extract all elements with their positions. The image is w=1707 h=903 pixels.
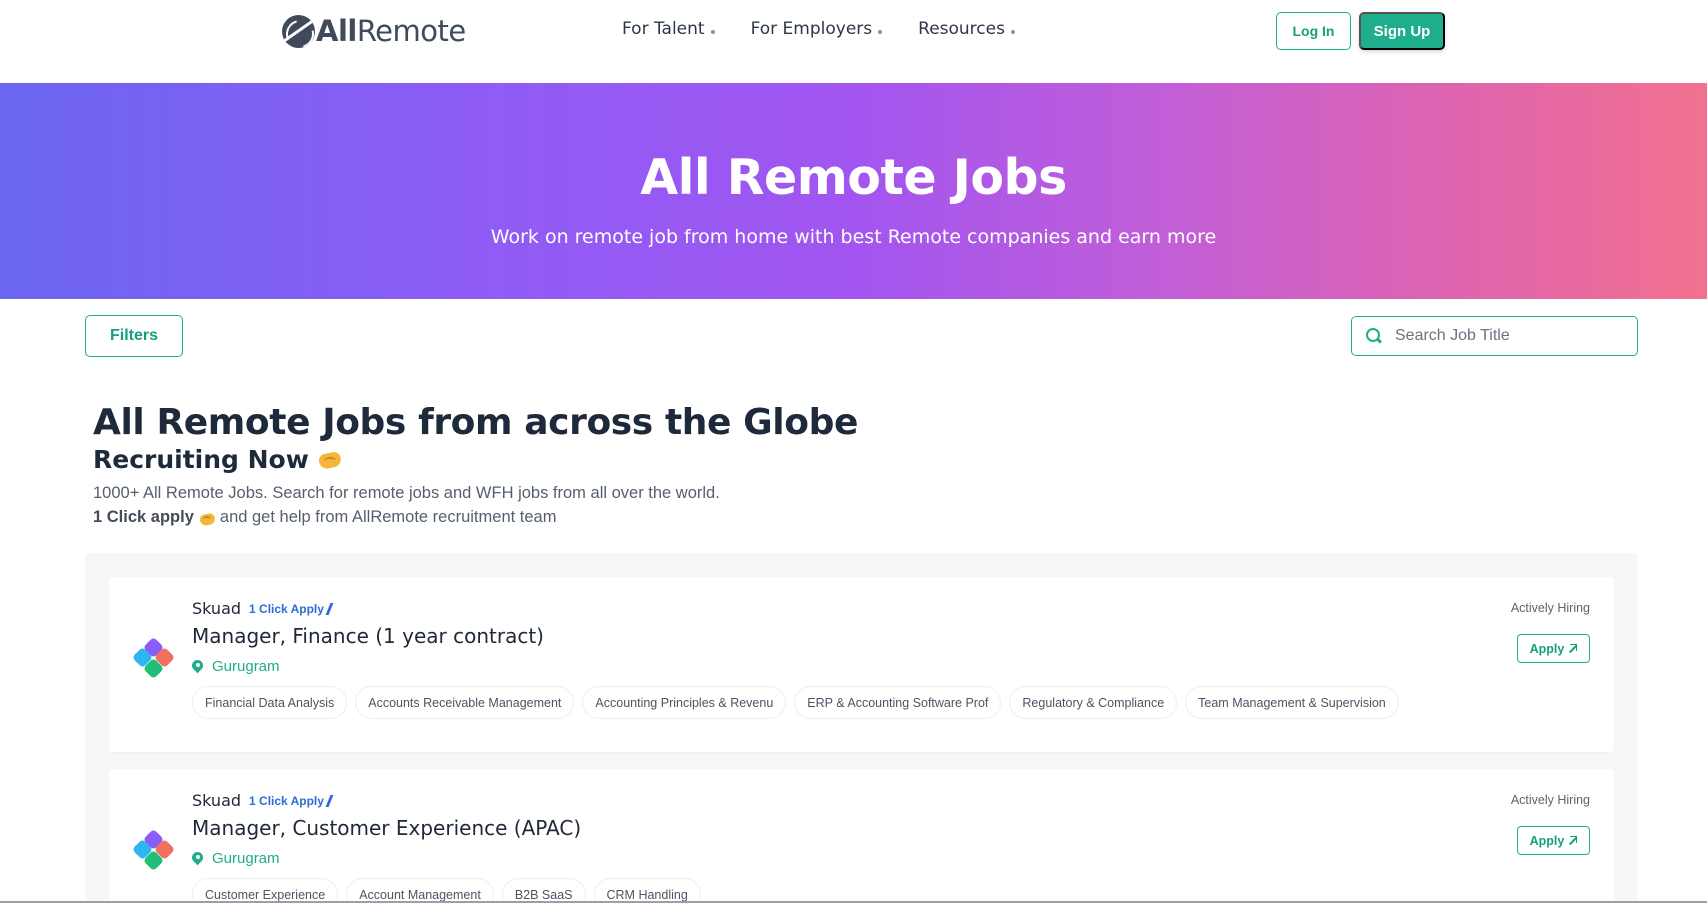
one-click-apply-badge: 1 Click Apply xyxy=(249,794,334,808)
skill-tag: Financial Data Analysis xyxy=(192,686,348,719)
dropdown-dot-icon xyxy=(1010,30,1015,34)
apply-label: Apply xyxy=(1529,641,1565,656)
skill-tags: Financial Data Analysis Accounts Receiva… xyxy=(192,686,1399,719)
company-row: Skuad 1 Click Apply xyxy=(192,791,334,810)
site-header: AllRemote For Talent For Employers Resou… xyxy=(0,0,1707,83)
apply-button[interactable]: Apply xyxy=(1517,634,1590,663)
company-name[interactable]: Skuad xyxy=(192,791,241,810)
skill-tags: Customer Experience Account Management B… xyxy=(192,878,701,903)
skill-tag: B2B SaaS xyxy=(501,878,586,903)
apply-label: Apply xyxy=(1529,833,1565,848)
one-click-apply-note: 1 Click apply and get help from AllRemot… xyxy=(93,508,556,527)
location-text: Gurugram xyxy=(212,850,280,867)
handshake-icon xyxy=(318,450,342,470)
company-name[interactable]: Skuad xyxy=(192,599,241,618)
company-row: Skuad 1 Click Apply xyxy=(192,599,334,618)
one-click-label: 1 Click Apply xyxy=(249,601,324,616)
search-box[interactable] xyxy=(1351,316,1638,356)
nav-label: For Talent xyxy=(622,19,705,39)
hero-banner: All Remote Jobs Work on remote job from … xyxy=(0,83,1707,299)
page-title: All Remote Jobs from across the Globe xyxy=(93,402,858,443)
handshake-icon xyxy=(199,511,215,525)
location-pin-icon xyxy=(192,660,203,673)
skill-tag: Team Management & Supervision xyxy=(1185,686,1399,719)
skuad-logo-icon xyxy=(131,636,176,680)
job-card[interactable]: Skuad 1 Click Apply Manager, Customer Ex… xyxy=(109,769,1614,903)
external-arrow-icon xyxy=(1568,836,1578,845)
job-location: Gurugram xyxy=(192,850,280,867)
recruiting-now-text: Recruiting Now xyxy=(93,445,309,474)
skill-tag: ERP & Accounting Software Prof xyxy=(794,686,1002,719)
hiring-status: Actively Hiring xyxy=(1510,601,1590,615)
allremote-logo[interactable]: AllRemote xyxy=(282,13,466,49)
skill-tag: Regulatory & Compliance xyxy=(1009,686,1178,719)
job-list: Skuad 1 Click Apply Manager, Finance (1 … xyxy=(85,553,1638,903)
one-click-apply-badge: 1 Click Apply xyxy=(249,602,334,616)
search-input[interactable] xyxy=(1395,327,1625,345)
job-card[interactable]: Skuad 1 Click Apply Manager, Finance (1 … xyxy=(109,577,1614,752)
search-icon xyxy=(1366,328,1382,344)
job-title[interactable]: Manager, Finance (1 year contract) xyxy=(192,624,544,648)
logo-text: AllRemote xyxy=(316,14,466,48)
hero-subtitle: Work on remote job from home with best R… xyxy=(490,226,1217,248)
external-arrow-icon xyxy=(1568,644,1578,653)
skill-tag: Account Management xyxy=(346,878,494,903)
page-description: 1000+ All Remote Jobs. Search for remote… xyxy=(93,484,720,502)
hiring-status: Actively Hiring xyxy=(1510,793,1590,807)
skill-tag: CRM Handling xyxy=(593,878,701,903)
skill-tag: Accounts Receivable Management xyxy=(355,686,575,719)
page-subtitle: Recruiting Now xyxy=(93,445,342,474)
job-title[interactable]: Manager, Customer Experience (APAC) xyxy=(192,816,581,840)
job-location: Gurugram xyxy=(192,658,280,675)
location-text: Gurugram xyxy=(212,658,280,675)
skuad-logo-icon xyxy=(131,828,176,872)
dropdown-dot-icon xyxy=(878,30,883,34)
nav-label: For Employers xyxy=(750,19,873,39)
bolt-icon xyxy=(327,603,334,615)
nav-for-employers[interactable]: For Employers xyxy=(751,19,883,39)
dropdown-dot-icon xyxy=(710,30,715,34)
signup-button[interactable]: Sign Up xyxy=(1359,12,1445,50)
one-click-label: 1 Click Apply xyxy=(249,793,324,808)
login-button[interactable]: Log In xyxy=(1276,12,1351,50)
skill-tag: Customer Experience xyxy=(192,878,339,903)
skill-tag: Accounting Principles & Revenu xyxy=(582,686,787,719)
location-pin-icon xyxy=(192,852,203,865)
nav-resources[interactable]: Resources xyxy=(918,19,1015,39)
bolt-icon xyxy=(327,795,334,807)
filters-button[interactable]: Filters xyxy=(85,315,183,357)
globe-logo-icon xyxy=(282,14,315,48)
apply-button[interactable]: Apply xyxy=(1517,826,1590,855)
nav-for-talent[interactable]: For Talent xyxy=(622,19,715,39)
main-nav: For Talent For Employers Resources xyxy=(622,19,1051,39)
one-click-apply-bold: 1 Click apply xyxy=(93,508,194,526)
nav-label: Resources xyxy=(918,19,1005,39)
one-click-apply-rest: and get help from AllRemote recruitment … xyxy=(219,508,557,526)
hero-title: All Remote Jobs xyxy=(640,149,1067,206)
